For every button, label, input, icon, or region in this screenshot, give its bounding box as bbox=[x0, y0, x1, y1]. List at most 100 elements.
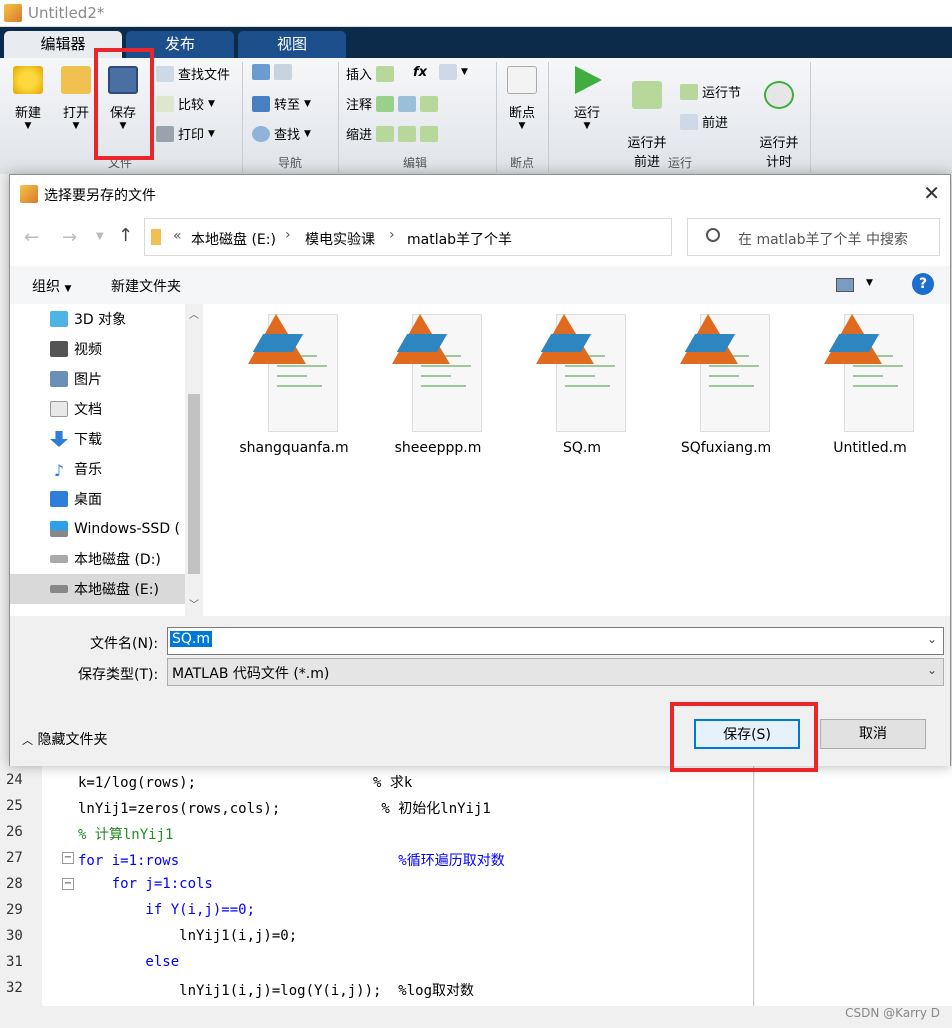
hide-folders-label: 隐藏文件夹 bbox=[37, 732, 108, 748]
wrap-comment-icon bbox=[420, 95, 439, 112]
forward-arrow-icon[interactable]: → bbox=[62, 227, 77, 248]
function-icon bbox=[439, 64, 458, 80]
insert-icon bbox=[376, 65, 395, 82]
tree-label: 3D 对象 bbox=[74, 312, 127, 328]
filetype-select[interactable]: MATLAB 代码文件 (*.m) ⌄ bbox=[167, 658, 944, 686]
breadcrumb-drive[interactable]: 本地磁盘 (E:) bbox=[191, 229, 276, 249]
organize-menu[interactable]: 组织 ▼ bbox=[32, 276, 71, 296]
find-files-label: 查找文件 bbox=[178, 68, 231, 83]
code-line[interactable]: for j=1:cols bbox=[78, 876, 213, 892]
up-arrow-icon[interactable]: ↑ bbox=[118, 225, 133, 246]
back-arrow-icon[interactable]: ← bbox=[24, 227, 39, 248]
print-label: 打印 bbox=[178, 128, 205, 143]
hard-drive-icon bbox=[50, 585, 68, 593]
fold-toggle-icon[interactable]: − bbox=[62, 852, 74, 864]
open-button[interactable]: 打开 ▼ bbox=[56, 66, 96, 131]
new-button[interactable]: 新建 ▼ bbox=[8, 66, 48, 131]
code-line[interactable]: lnYij1=zeros(rows,cols); % 初始化lnYij1 bbox=[78, 798, 491, 818]
scroll-up-icon[interactable]: ︿ bbox=[189, 306, 199, 321]
run-button[interactable]: 运行 ▼ bbox=[566, 66, 608, 131]
chevron-down-icon[interactable]: ⌄ bbox=[927, 663, 937, 677]
tree-item-music[interactable]: ♪ 音乐 bbox=[50, 454, 200, 484]
fx-icon: fx bbox=[413, 64, 428, 80]
scroll-down-icon[interactable]: ﹀ bbox=[189, 596, 199, 611]
find-button[interactable]: 查找 ▼ bbox=[252, 124, 311, 143]
tree-item-downloads[interactable]: 下载 bbox=[50, 424, 200, 454]
cube-icon bbox=[50, 311, 68, 327]
file-item[interactable]: SQfuxiang.m bbox=[661, 314, 791, 456]
code-line[interactable]: lnYij1(i,j)=log(Y(i,j)); %log取对数 bbox=[78, 980, 474, 1000]
file-item[interactable]: shangquanfa.m bbox=[229, 314, 359, 456]
breadcrumb-separator: « bbox=[173, 228, 182, 244]
tree-item-drive-e[interactable]: 本地磁盘 (E:) bbox=[10, 574, 185, 604]
arrow-left-icon bbox=[252, 64, 270, 80]
tree-scrollbar[interactable]: ︿ ﹀ bbox=[185, 304, 203, 616]
tab-view[interactable]: 视图 bbox=[238, 31, 346, 58]
tree-item-documents[interactable]: 文档 bbox=[50, 394, 200, 424]
uncomment-icon bbox=[398, 95, 417, 112]
tree-item-pictures[interactable]: 图片 bbox=[50, 364, 200, 394]
address-bar[interactable]: « 本地磁盘 (E:) › 模电实验课 › matlab羊了个羊 ⌄ ↻ bbox=[144, 218, 797, 256]
file-item[interactable]: Untitled.m bbox=[805, 314, 935, 456]
print-button[interactable]: 打印 ▼ bbox=[156, 124, 215, 143]
indent-button[interactable]: 缩进 bbox=[346, 124, 439, 143]
window-title: Untitled2* bbox=[28, 4, 105, 22]
music-note-icon: ♪ bbox=[53, 461, 65, 480]
code-line[interactable]: lnYij1(i,j)=0; bbox=[78, 928, 297, 944]
run-section-label: 运行节 bbox=[702, 86, 742, 101]
code-area[interactable]: k=1/log(rows); % 求k lnYij1=zeros(rows,col… bbox=[42, 766, 754, 1006]
caret-down-icon: ▼ bbox=[64, 284, 72, 294]
new-folder-button[interactable]: 新建文件夹 bbox=[111, 276, 181, 296]
file-name: SQfuxiang.m bbox=[680, 440, 772, 456]
line-number: 29 bbox=[6, 902, 23, 918]
tree-item-windows-ssd[interactable]: Windows-SSD ( bbox=[50, 514, 200, 544]
file-item[interactable]: sheeeppp.m bbox=[373, 314, 503, 456]
find-files-button[interactable]: 查找文件 bbox=[156, 64, 230, 83]
breakpoints-button[interactable]: 断点 ▼ bbox=[502, 66, 542, 131]
fold-toggle-icon[interactable]: − bbox=[62, 878, 74, 890]
line-number: 26 bbox=[6, 824, 23, 840]
view-dropdown-icon[interactable]: ▼ bbox=[866, 278, 873, 288]
cancel-button[interactable]: 取消 bbox=[820, 719, 926, 749]
tree-label: 文档 bbox=[74, 402, 102, 418]
matlab-file-icon bbox=[248, 314, 340, 432]
tree-item-3d-objects[interactable]: 3D 对象 bbox=[50, 304, 200, 334]
fx-button[interactable]: fx ▼ bbox=[413, 64, 468, 80]
advance-button[interactable]: 前进 bbox=[680, 112, 728, 131]
code-editor[interactable]: 24 25 26 27 28 29 30 31 32 k=1/log(rows); % 求k ln… bbox=[0, 766, 952, 1028]
run-section-button[interactable]: 运行节 bbox=[680, 82, 741, 101]
close-icon[interactable]: ✕ bbox=[923, 181, 940, 205]
file-grid[interactable]: shangquanfa.m sheeeppp.m SQ.m SQfuxiang.… bbox=[204, 304, 950, 616]
hide-folders-toggle[interactable]: ︿ 隐藏文件夹 bbox=[22, 729, 107, 749]
search-input[interactable]: 在 matlab羊了个羊 中搜索 bbox=[687, 218, 940, 256]
code-line[interactable]: k=1/log(rows); % 求k bbox=[78, 772, 412, 792]
view-options-icon[interactable] bbox=[836, 278, 854, 292]
code-line[interactable]: if Y(i,j)==0; bbox=[78, 902, 255, 918]
insert-button[interactable]: 插入 bbox=[346, 64, 395, 83]
scrollbar-thumb[interactable] bbox=[188, 394, 200, 574]
goto-button[interactable]: 转至 ▼ bbox=[252, 94, 311, 113]
breadcrumb-current[interactable]: matlab羊了个羊 bbox=[407, 229, 512, 249]
chevron-down-icon[interactable]: ▼ bbox=[96, 231, 104, 242]
help-icon[interactable]: ? bbox=[912, 273, 934, 295]
file-item[interactable]: SQ.m bbox=[517, 314, 647, 456]
group-label-breakpoints: 断点 bbox=[509, 156, 534, 170]
line-number: 32 bbox=[6, 980, 23, 996]
chevron-down-icon[interactable]: ⌄ bbox=[927, 632, 937, 646]
breadcrumb-folder[interactable]: 模电实验课 bbox=[305, 229, 375, 249]
tree-label: 图片 bbox=[74, 372, 102, 388]
line-number-gutter: 24 25 26 27 28 29 30 31 32 bbox=[0, 766, 42, 1006]
tree-item-videos[interactable]: 视频 bbox=[50, 334, 200, 364]
compare-button[interactable]: 比较 ▼ bbox=[156, 94, 215, 113]
code-line[interactable]: % 计算lnYij1 bbox=[78, 824, 173, 844]
comment-button[interactable]: 注释 bbox=[346, 94, 439, 113]
file-name: sheeeppp.m bbox=[394, 440, 482, 456]
navigation-pane[interactable]: 3D 对象 视频 图片 文档 下载 ♪ 音乐 桌面 Windows-SSD ( 本… bbox=[10, 304, 204, 616]
tree-item-drive-d[interactable]: 本地磁盘 (D:) bbox=[50, 544, 200, 574]
code-line[interactable]: else bbox=[78, 954, 179, 970]
code-line[interactable]: for i=1:rows %循环遍历取对数 bbox=[78, 850, 505, 870]
filename-input[interactable]: SQ.m ⌄ bbox=[167, 627, 944, 655]
back-forward-buttons[interactable] bbox=[252, 64, 292, 80]
tree-label: 本地磁盘 (D:) bbox=[74, 552, 161, 568]
tree-item-desktop[interactable]: 桌面 bbox=[50, 484, 200, 514]
